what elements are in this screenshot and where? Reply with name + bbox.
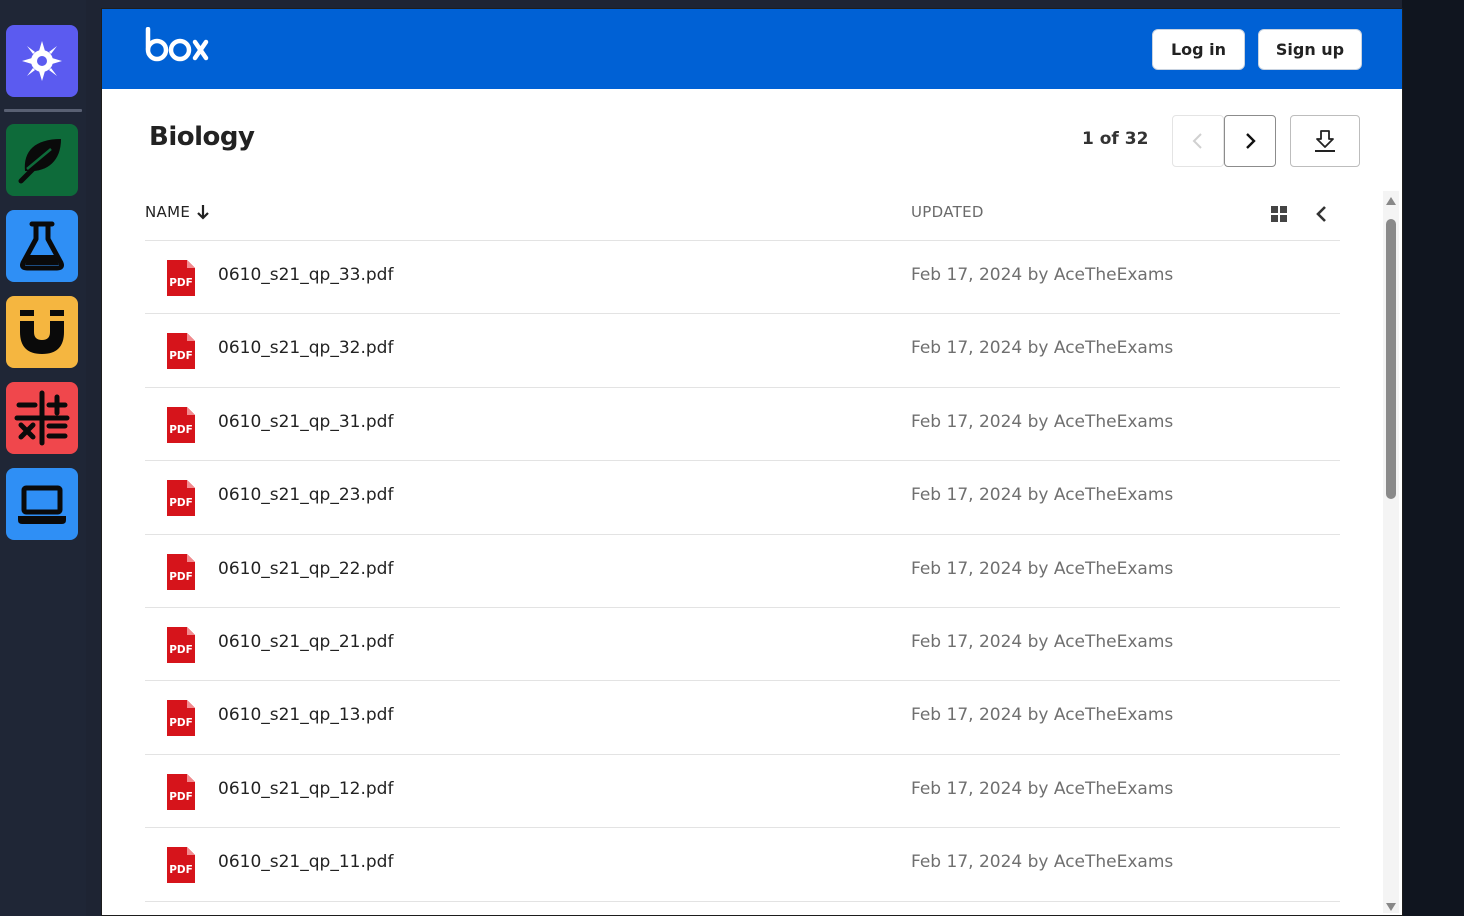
pdf-badge-text: PDF [169,791,193,803]
previous-page-button[interactable] [1172,115,1224,167]
app-rail [0,0,86,916]
pdf-badge-text: PDF [169,717,193,729]
box-logo[interactable] [144,26,210,72]
chevron-left-icon [1192,133,1202,149]
next-page-button[interactable] [1224,115,1276,167]
scrollbar-thumb[interactable] [1386,219,1396,499]
file-updated: Feb 17, 2024 by AceTheExams [911,265,1174,285]
log-in-button[interactable]: Log in [1152,29,1245,70]
laptop-icon[interactable] [6,468,78,540]
file-name[interactable]: 0610_s21_qp_33.pdf [218,265,393,285]
leaf-icon[interactable] [6,124,78,196]
file-name[interactable]: 0610_s21_qp_22.pdf [218,559,393,579]
pdf-badge-text: PDF [169,497,193,509]
file-updated: Feb 17, 2024 by AceTheExams [911,338,1174,359]
pdf-file-icon: PDF [165,698,197,743]
pdf-file-icon: PDF [165,625,197,670]
file-row[interactable]: PDF 0610_s21_qp_31.pdf Feb 17, 2024 by A… [145,388,1340,462]
pdf-badge-text: PDF [169,864,193,876]
pdf-badge-text: PDF [169,277,193,289]
rail-divider [4,109,82,112]
updated-column-header[interactable]: UPDATED [911,203,984,221]
file-updated: Feb 17, 2024 by AceTheExams [911,631,1174,652]
pdf-file-icon: PDF [165,331,197,376]
scroll-up-arrow-icon[interactable] [1386,197,1396,205]
scroll-down-arrow-icon[interactable] [1386,903,1396,911]
download-button[interactable] [1290,115,1360,167]
file-name[interactable]: 0610_s21_qp_23.pdf [218,485,393,505]
file-row[interactable]: PDF 0610_s21_qp_11.pdf Feb 17, 2024 by A… [145,828,1340,902]
pdf-file-icon: PDF [165,478,197,523]
pdf-badge-text: PDF [169,424,193,436]
file-name[interactable]: 0610_s21_qp_13.pdf [218,705,393,725]
folder-title: Biology [149,122,255,152]
file-updated: Feb 17, 2024 by AceTheExams [911,485,1174,506]
pdf-file-icon: PDF [165,405,197,450]
pdf-badge-text: PDF [169,644,193,656]
name-column-header[interactable]: NAME [145,203,210,221]
file-updated: Feb 17, 2024 by AceTheExams [911,852,1174,873]
pdf-badge-text: PDF [169,350,193,362]
file-row[interactable]: PDF 0610_s21_qp_13.pdf Feb 17, 2024 by A… [145,681,1340,755]
top-bar: Log in Sign up [102,9,1402,89]
file-name[interactable]: 0610_s21_qp_21.pdf [218,632,393,652]
download-icon [1315,130,1335,152]
collapse-sidebar-chevron-icon[interactable] [1314,205,1328,228]
file-updated: Feb 17, 2024 by AceTheExams [911,705,1174,726]
file-row[interactable]: PDF 0610_s21_qp_23.pdf Feb 17, 2024 by A… [145,461,1340,535]
name-column-label: NAME [145,203,191,221]
file-list: PDF 0610_s21_qp_33.pdf Feb 17, 2024 by A… [145,241,1340,902]
file-name[interactable]: 0610_s21_qp_31.pdf [218,412,393,432]
box-embed-frame: Log in Sign up Biology 1 of 32 NAME UPDA… [101,8,1403,916]
sign-up-button[interactable]: Sign up [1258,29,1362,70]
grid-view-icon[interactable] [1270,205,1288,228]
scrollbar[interactable] [1383,191,1399,913]
sort-descending-arrow-icon [197,205,209,220]
file-updated: Feb 17, 2024 by AceTheExams [911,411,1174,432]
pdf-file-icon: PDF [165,552,197,597]
flask-icon[interactable] [6,210,78,282]
file-row[interactable]: PDF 0610_s21_qp_22.pdf Feb 17, 2024 by A… [145,535,1340,608]
file-row[interactable]: PDF 0610_s21_qp_21.pdf Feb 17, 2024 by A… [145,608,1340,682]
file-row[interactable]: PDF 0610_s21_qp_12.pdf Feb 17, 2024 by A… [145,755,1340,829]
file-updated: Feb 17, 2024 by AceTheExams [911,778,1174,799]
pdf-file-icon: PDF [165,258,197,303]
page-indicator: 1 of 32 [1082,129,1149,149]
file-row[interactable]: PDF 0610_s21_qp_33.pdf Feb 17, 2024 by A… [145,241,1340,315]
pdf-file-icon: PDF [165,772,197,817]
chevron-right-icon [1246,133,1256,149]
settings-gear-icon[interactable] [6,25,78,97]
file-name[interactable]: 0610_s21_qp_12.pdf [218,779,393,799]
magnet-icon[interactable] [6,296,78,368]
calculator-icon[interactable] [6,382,78,454]
file-name[interactable]: 0610_s21_qp_11.pdf [218,852,393,872]
pdf-badge-text: PDF [169,571,193,583]
file-row[interactable]: PDF 0610_s21_qp_32.pdf Feb 17, 2024 by A… [145,314,1340,388]
window-edge [1402,0,1464,916]
pdf-file-icon: PDF [165,845,197,890]
file-name[interactable]: 0610_s21_qp_32.pdf [218,338,393,358]
file-updated: Feb 17, 2024 by AceTheExams [911,558,1174,579]
